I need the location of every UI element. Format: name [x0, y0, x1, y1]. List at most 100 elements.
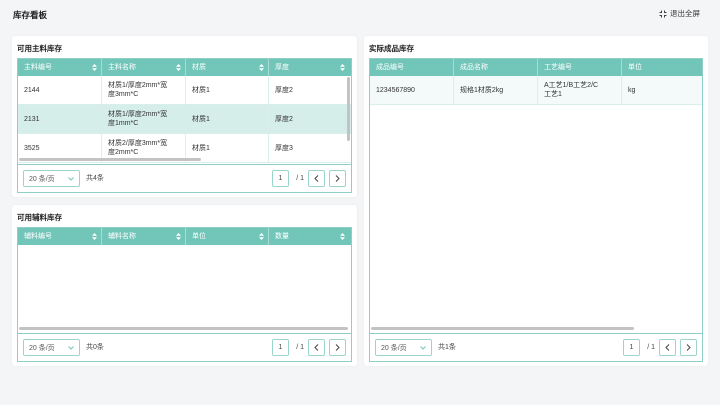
- table-cell: 厚度2: [269, 76, 349, 104]
- inventory-dashboard: 库存看板 退出全屏 可用主料库存 主料编号 主料名称 材质 厚度 2144 材质1/厚度…: [0, 0, 720, 405]
- page-size-value: 20 条/页: [29, 175, 55, 183]
- sort-icon: [340, 64, 345, 71]
- card-title: 可用辅料库存: [17, 213, 62, 222]
- table-cell: 规格1材质2kg: [454, 76, 538, 104]
- current-page-input[interactable]: 1: [272, 170, 289, 187]
- cell-text: 3525: [24, 144, 40, 152]
- column-header[interactable]: 主料名称: [102, 59, 186, 76]
- sort-icon: [340, 233, 345, 240]
- column-header-label: 材质: [192, 64, 206, 71]
- column-header: 成品名称: [454, 59, 538, 76]
- sort-icon: [92, 233, 97, 240]
- cell-text: A工艺1/B工艺2/C工艺1: [544, 82, 599, 98]
- column-header: 工艺编号: [538, 59, 622, 76]
- card-title: 实际成品库存: [369, 44, 414, 53]
- main-material-card: 可用主料库存 主料编号 主料名称 材质 厚度 2144 材质1/厚度2mm*宽度3mm*…: [12, 36, 357, 197]
- chevron-left-icon: [314, 344, 319, 351]
- column-header-label: 成品名称: [460, 64, 488, 71]
- column-header-label: 主料编号: [24, 64, 52, 71]
- page-size-value: 20 条/页: [381, 344, 407, 352]
- table-cell: 2144: [18, 76, 102, 104]
- cell-text: 2144: [24, 86, 40, 94]
- column-header[interactable]: 辅料编号: [18, 228, 102, 245]
- cell-text: 材质1/厚度2mm*宽度3mm*C: [108, 82, 168, 98]
- table-cell: 1234567890: [370, 76, 454, 104]
- table-row[interactable]: 2131 材质1/厚度2mm*宽度1mm*C 材质1 厚度2: [18, 105, 351, 134]
- aux-material-table: 辅料编号 辅料名称 单位 数量 20 条/页 共0条 1 / 1: [17, 227, 352, 362]
- column-header[interactable]: 数量: [269, 228, 349, 245]
- table-body: 2144 材质1/厚度2mm*宽度3mm*C 材质1 厚度2 2131 材质1/厚度2mm…: [18, 76, 351, 164]
- table-cell: 厚度2: [269, 105, 349, 133]
- table-body: [18, 245, 351, 333]
- page-count: / 1: [296, 175, 304, 182]
- page-size-value: 20 条/页: [29, 344, 55, 352]
- cell-text: 1234567890: [376, 86, 415, 94]
- chevron-down-icon: [420, 345, 426, 350]
- page-size-select[interactable]: 20 条/页: [375, 339, 432, 356]
- horizontal-scrollbar[interactable]: [371, 327, 634, 330]
- total-count: 共4条: [86, 175, 104, 182]
- next-page-button[interactable]: [329, 339, 346, 356]
- sort-icon: [259, 233, 264, 240]
- column-header-label: 单位: [628, 64, 642, 71]
- chevron-right-icon: [335, 175, 340, 182]
- column-header-label: 工艺编号: [544, 64, 572, 71]
- aux-material-card: 可用辅料库存 辅料编号 辅料名称 单位 数量 20 条/页 共0条 1 / 1: [12, 205, 357, 366]
- horizontal-scrollbar[interactable]: [19, 158, 201, 161]
- table-header: 辅料编号 辅料名称 单位 数量: [18, 228, 351, 245]
- sort-icon: [92, 64, 97, 71]
- pagination: 20 条/页 共1条 1 / 1: [370, 333, 702, 361]
- sort-icon: [176, 233, 181, 240]
- next-page-button[interactable]: [329, 170, 346, 187]
- table-cell: 材质1/厚度2mm*宽度3mm*C: [102, 76, 186, 104]
- column-header[interactable]: 辅料名称: [102, 228, 186, 245]
- column-header[interactable]: 单位: [186, 228, 269, 245]
- table-cell: 材质1/厚度2mm*宽度1mm*C: [102, 105, 186, 133]
- chevron-right-icon: [335, 344, 340, 351]
- total-count: 共1条: [438, 344, 456, 351]
- column-header[interactable]: 主料编号: [18, 59, 102, 76]
- page-size-select[interactable]: 20 条/页: [23, 170, 80, 187]
- column-header-label: 单位: [192, 233, 206, 240]
- prev-page-button[interactable]: [659, 339, 676, 356]
- column-header[interactable]: 厚度: [269, 59, 349, 76]
- table-cell: kg: [622, 76, 702, 104]
- pagination: 20 条/页 共0条 1 / 1: [18, 333, 351, 361]
- horizontal-scrollbar[interactable]: [19, 327, 348, 330]
- chevron-down-icon: [68, 345, 74, 350]
- current-page-input[interactable]: 1: [623, 339, 640, 356]
- cell-text: 材质1/厚度2mm*宽度1mm*C: [108, 111, 168, 127]
- page-size-select[interactable]: 20 条/页: [23, 339, 80, 356]
- table-cell: 厚度3: [269, 134, 349, 162]
- page-title: 库存看板: [13, 10, 48, 20]
- cell-text: 厚度3: [275, 144, 293, 152]
- next-page-button[interactable]: [680, 339, 697, 356]
- cell-text: 厚度2: [275, 115, 293, 123]
- column-header: 成品编号: [370, 59, 454, 76]
- total-count: 共0条: [86, 344, 104, 351]
- vertical-scrollbar[interactable]: [347, 77, 350, 141]
- table-cell: 材质1: [186, 105, 269, 133]
- table-body: 1234567890 规格1材质2kg A工艺1/B工艺2/C工艺1 kg: [370, 76, 702, 333]
- exit-fullscreen-button[interactable]: 退出全屏: [659, 8, 700, 19]
- column-header-label: 厚度: [275, 64, 289, 71]
- cell-text: kg: [628, 86, 636, 94]
- prev-page-button[interactable]: [308, 170, 325, 187]
- prev-page-button[interactable]: [308, 339, 325, 356]
- column-header-label: 辅料名称: [108, 233, 136, 240]
- chevron-left-icon: [665, 344, 670, 351]
- column-header[interactable]: 材质: [186, 59, 269, 76]
- cell-text: 材质2/厚度3mm*宽度2mm*C: [108, 140, 168, 156]
- table-row[interactable]: 2144 材质1/厚度2mm*宽度3mm*C 材质1 厚度2: [18, 76, 351, 105]
- sort-icon: [259, 64, 264, 71]
- exit-fullscreen-icon: [659, 10, 667, 17]
- cell-text: 2131: [24, 115, 40, 123]
- table-row[interactable]: 1234567890 规格1材质2kg A工艺1/B工艺2/C工艺1 kg: [370, 76, 702, 105]
- table-header: 主料编号 主料名称 材质 厚度: [18, 59, 351, 76]
- product-inventory-table: 成品编号 成品名称 工艺编号 单位 1234567890 规格1材质2kg A工艺1/B工…: [369, 58, 703, 362]
- current-page-input[interactable]: 1: [272, 339, 289, 356]
- main-material-table: 主料编号 主料名称 材质 厚度 2144 材质1/厚度2mm*宽度3mm*C 材质1 厚度2…: [17, 58, 352, 193]
- product-inventory-card: 实际成品库存 成品编号 成品名称 工艺编号 单位 1234567890 规格1材质2kg…: [364, 36, 708, 366]
- card-title: 可用主料库存: [17, 44, 62, 53]
- table-header: 成品编号 成品名称 工艺编号 单位: [370, 59, 702, 76]
